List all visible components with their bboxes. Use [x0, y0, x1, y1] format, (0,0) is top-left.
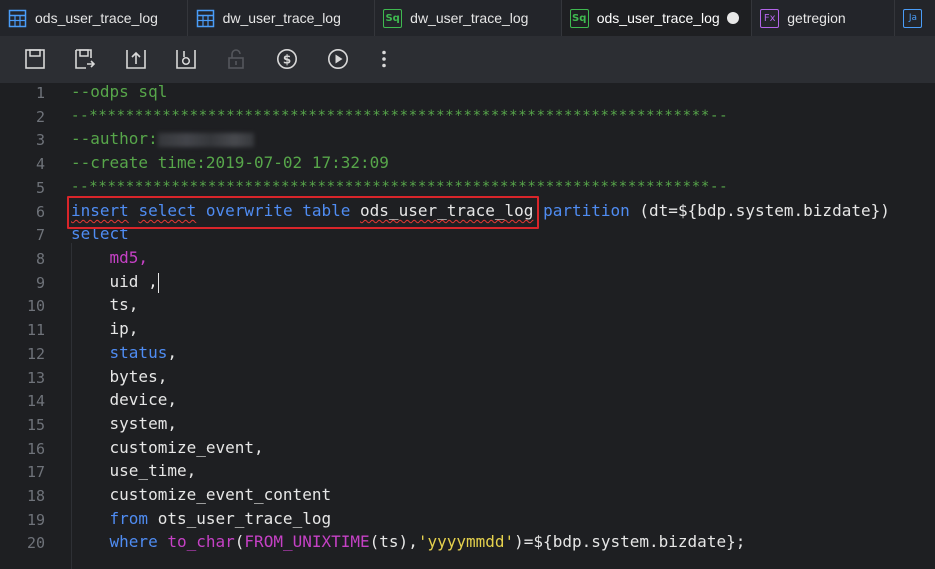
- code-line-8: md5,: [71, 247, 149, 269]
- line-number: 11: [26, 321, 45, 339]
- tab-label: getregion: [787, 10, 846, 26]
- line-number: 10: [26, 297, 45, 315]
- line-number: 8: [35, 250, 45, 268]
- line-number: 7: [35, 226, 45, 244]
- code-line-19: from ots_user_trace_log: [71, 508, 332, 530]
- code-line-18: customize_event_content: [71, 484, 332, 506]
- line-number: 1: [35, 84, 45, 102]
- tab-dw-user-trace-log-table[interactable]: dw_user_trace_log: [188, 0, 376, 36]
- tab-label: ods_user_trace_log: [35, 10, 158, 26]
- redacted-author-name: [157, 132, 254, 147]
- line-number: 12: [26, 345, 45, 363]
- column-ip: ip,: [109, 319, 139, 338]
- partition-spec: (dt=${bdp.system.bizdate}): [639, 201, 890, 220]
- line-number: 4: [35, 155, 45, 173]
- line-number: 16: [26, 440, 45, 458]
- sql-file-icon: Sq: [569, 8, 589, 28]
- column-status: status: [109, 343, 168, 362]
- code-line-5: --**************************************…: [71, 179, 729, 195]
- tab-label: ods_user_trace_log: [596, 10, 720, 26]
- line-number: 6: [35, 203, 45, 221]
- comma: ,: [167, 343, 177, 362]
- code-line-9: uid ,: [71, 271, 160, 293]
- code-line-16: customize_event,: [71, 437, 264, 459]
- column-customize-event: customize_event,: [109, 438, 264, 457]
- keyword-from: from: [109, 509, 149, 528]
- editor-tab-bar: ods_user_trace_log dw_user_trace_log Sq …: [0, 0, 935, 36]
- submit-icon[interactable]: [124, 47, 148, 71]
- code-line-4: --create time:2019-07-02 17:32:09: [71, 153, 389, 172]
- tab-ods-user-trace-log-table[interactable]: ods_user_trace_log: [0, 0, 188, 36]
- line-number: 9: [35, 274, 45, 292]
- tab-ods-user-trace-log-sql[interactable]: Sq ods_user_trace_log: [561, 0, 753, 36]
- code-line-13: bytes,: [71, 366, 168, 388]
- keyword-partition: partition: [543, 201, 630, 220]
- line-number: 20: [26, 534, 45, 552]
- line-number: 19: [26, 511, 45, 529]
- sql-file-icon: Sq: [383, 8, 403, 28]
- code-line-17: use_time,: [71, 460, 197, 482]
- column-use-time: use_time,: [109, 461, 197, 480]
- line-number-gutter: 1 2 3 4 5 6 7 8 9 10 11 12 13 14 15 16 1…: [0, 83, 62, 569]
- column-md5: md5,: [109, 248, 149, 267]
- author-comment: --author:: [71, 129, 158, 148]
- tab-java-file[interactable]: Ja: [895, 0, 935, 36]
- column-system: system,: [109, 414, 177, 433]
- error-highlight-box: [67, 196, 539, 229]
- function-to-char: to_char: [167, 532, 235, 551]
- line-number: 14: [26, 392, 45, 410]
- code-line-11: ip,: [71, 318, 139, 340]
- editor-toolbar: $: [0, 36, 935, 83]
- line-number: 2: [35, 108, 45, 126]
- text-cursor: [157, 272, 160, 293]
- tab-getregion-function[interactable]: Fx getregion: [752, 0, 896, 36]
- where-rest: )=${bdp.system.bizdate};: [514, 532, 746, 551]
- publish-icon[interactable]: [174, 47, 198, 71]
- code-line-14: device,: [71, 389, 177, 411]
- code-line-20: where to_char(FROM_UNIXTIME(ts),'yyyymmd…: [71, 531, 746, 553]
- line-number: 13: [26, 369, 45, 387]
- code-line-2: --**************************************…: [71, 108, 729, 124]
- cost-estimate-icon[interactable]: $: [275, 47, 299, 71]
- column-customize-event-content: customize_event_content: [109, 485, 332, 504]
- tab-dw-user-trace-log-sql[interactable]: Sq dw_user_trace_log: [375, 0, 562, 36]
- save-as-icon[interactable]: [73, 47, 97, 71]
- keyword-where: where: [109, 532, 158, 551]
- java-file-icon: Ja: [903, 8, 923, 28]
- lock-icon[interactable]: [224, 47, 248, 71]
- code-editor[interactable]: 1 2 3 4 5 6 7 8 9 10 11 12 13 14 15 16 1…: [0, 82, 935, 569]
- function-from-unixtime: FROM_UNIXTIME: [244, 532, 370, 551]
- date-format-string: 'yyyymmdd': [417, 532, 515, 551]
- unsaved-indicator-icon[interactable]: [726, 12, 739, 24]
- column-uid: uid ,: [109, 272, 158, 291]
- svg-text:$: $: [283, 53, 291, 67]
- line-number: 17: [26, 463, 45, 481]
- function-args: (ts),: [369, 532, 418, 551]
- more-icon[interactable]: [372, 47, 396, 71]
- table-icon: [8, 9, 27, 28]
- tab-label: dw_user_trace_log: [222, 10, 341, 26]
- column-device: device,: [109, 390, 177, 409]
- line-number: 18: [26, 487, 45, 505]
- open-paren: (: [234, 532, 245, 551]
- save-icon[interactable]: [23, 47, 47, 71]
- table-icon: [196, 9, 215, 28]
- run-icon[interactable]: [326, 47, 350, 71]
- tab-label: dw_user_trace_log: [410, 10, 529, 26]
- code-line-12: status,: [71, 342, 177, 364]
- line-number: 3: [35, 131, 45, 149]
- function-icon: Fx: [760, 8, 780, 28]
- code-line-3: --author:: [71, 128, 254, 150]
- code-line-10: ts,: [71, 294, 139, 316]
- code-line-15: system,: [71, 413, 177, 435]
- code-line-1: --odps sql: [71, 82, 168, 101]
- line-number: 15: [26, 416, 45, 434]
- source-table-name: ots_user_trace_log: [157, 509, 332, 528]
- column-ts: ts,: [109, 295, 139, 314]
- line-number: 5: [35, 179, 45, 197]
- column-bytes: bytes,: [109, 367, 168, 386]
